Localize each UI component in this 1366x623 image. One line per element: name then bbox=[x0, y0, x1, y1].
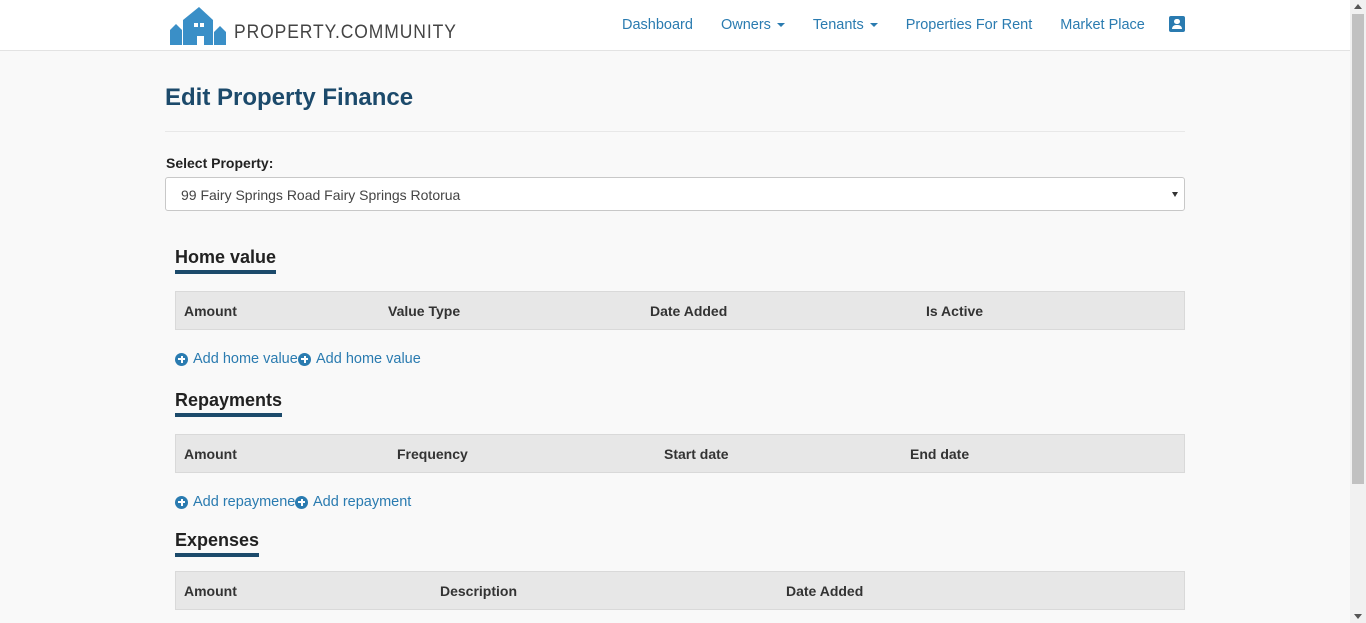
nav-tenants-label: Tenants bbox=[812, 17, 864, 33]
vertical-scrollbar[interactable] bbox=[1350, 0, 1366, 623]
plus-circle-icon bbox=[175, 495, 188, 509]
nav-dashboard[interactable]: Dashboard bbox=[608, 17, 707, 33]
column-header: Is Active bbox=[926, 303, 984, 319]
add-repayment-label: Add repayment bbox=[313, 494, 412, 510]
add-home-value-link[interactable]: Add home value bbox=[175, 351, 298, 367]
brand-name: PROPERTY.COMMUNITY bbox=[234, 22, 457, 43]
nav-owners-dropdown[interactable]: Owners bbox=[707, 17, 799, 33]
plus-circle-icon bbox=[295, 495, 308, 509]
nav-market-place-label: Market Place bbox=[1060, 17, 1145, 33]
column-header: Date Added bbox=[786, 583, 864, 599]
column-header: Frequency bbox=[397, 446, 468, 462]
add-repayment-link[interactable]: Add repayment bbox=[295, 494, 411, 510]
scroll-down-arrow-icon[interactable] bbox=[1354, 614, 1362, 619]
caret-down-icon bbox=[776, 23, 785, 27]
repayments-table-header: Amount Frequency Start date End date bbox=[175, 434, 1185, 473]
nav-properties-for-rent[interactable]: Properties For Rent bbox=[892, 17, 1047, 33]
column-header: Amount bbox=[184, 583, 237, 599]
add-home-value-label: Add home value bbox=[193, 351, 298, 367]
add-repayment-label: Add repaymene bbox=[193, 494, 296, 510]
brand-logo[interactable]: PROPERTY.COMMUNITY bbox=[169, 4, 476, 46]
column-header: Amount bbox=[184, 303, 237, 319]
repayments-heading: Repayments bbox=[175, 390, 283, 417]
home-value-table-header: Amount Value Type Date Added Is Active bbox=[175, 291, 1185, 330]
plus-circle-icon bbox=[175, 352, 188, 366]
chevron-down-icon bbox=[1172, 192, 1178, 197]
add-home-value-link[interactable]: Add home value bbox=[298, 351, 421, 367]
nav-tenants-dropdown[interactable]: Tenants bbox=[799, 17, 892, 33]
divider bbox=[165, 131, 1185, 132]
nav-dashboard-label: Dashboard bbox=[622, 17, 693, 33]
nav-properties-for-rent-label: Properties For Rent bbox=[905, 17, 1033, 33]
column-header: End date bbox=[910, 446, 970, 462]
column-header: Amount bbox=[184, 446, 237, 462]
column-header: Description bbox=[440, 583, 518, 599]
add-repayment-link[interactable]: Add repaymene bbox=[175, 494, 295, 510]
scroll-up-arrow-icon[interactable] bbox=[1354, 4, 1362, 9]
page-title: Edit Property Finance bbox=[165, 84, 414, 111]
house-logo-icon bbox=[170, 7, 226, 45]
main-nav: Dashboard Owners Tenants Properties For … bbox=[608, 0, 1159, 50]
column-header: Value Type bbox=[388, 303, 461, 319]
nav-market-place[interactable]: Market Place bbox=[1046, 17, 1159, 33]
top-navbar: PROPERTY.COMMUNITY Dashboard Owners Tena… bbox=[0, 0, 1350, 51]
column-header: Start date bbox=[664, 446, 729, 462]
expenses-table-header: Amount Description Date Added bbox=[175, 571, 1185, 610]
property-select[interactable]: 99 Fairy Springs Road Fairy Springs Roto… bbox=[165, 177, 1185, 211]
nav-owners-label: Owners bbox=[720, 17, 771, 33]
scrollbar-thumb[interactable] bbox=[1352, 14, 1364, 484]
home-value-heading: Home value bbox=[175, 247, 277, 274]
user-card-icon[interactable] bbox=[1169, 16, 1185, 32]
column-header: Date Added bbox=[650, 303, 728, 319]
caret-down-icon bbox=[869, 23, 878, 27]
select-property-label: Select Property: bbox=[166, 155, 274, 171]
expenses-heading: Expenses bbox=[175, 530, 260, 557]
property-select-value: 99 Fairy Springs Road Fairy Springs Roto… bbox=[181, 187, 461, 203]
add-home-value-label: Add home value bbox=[316, 351, 421, 367]
plus-circle-icon bbox=[298, 352, 311, 366]
